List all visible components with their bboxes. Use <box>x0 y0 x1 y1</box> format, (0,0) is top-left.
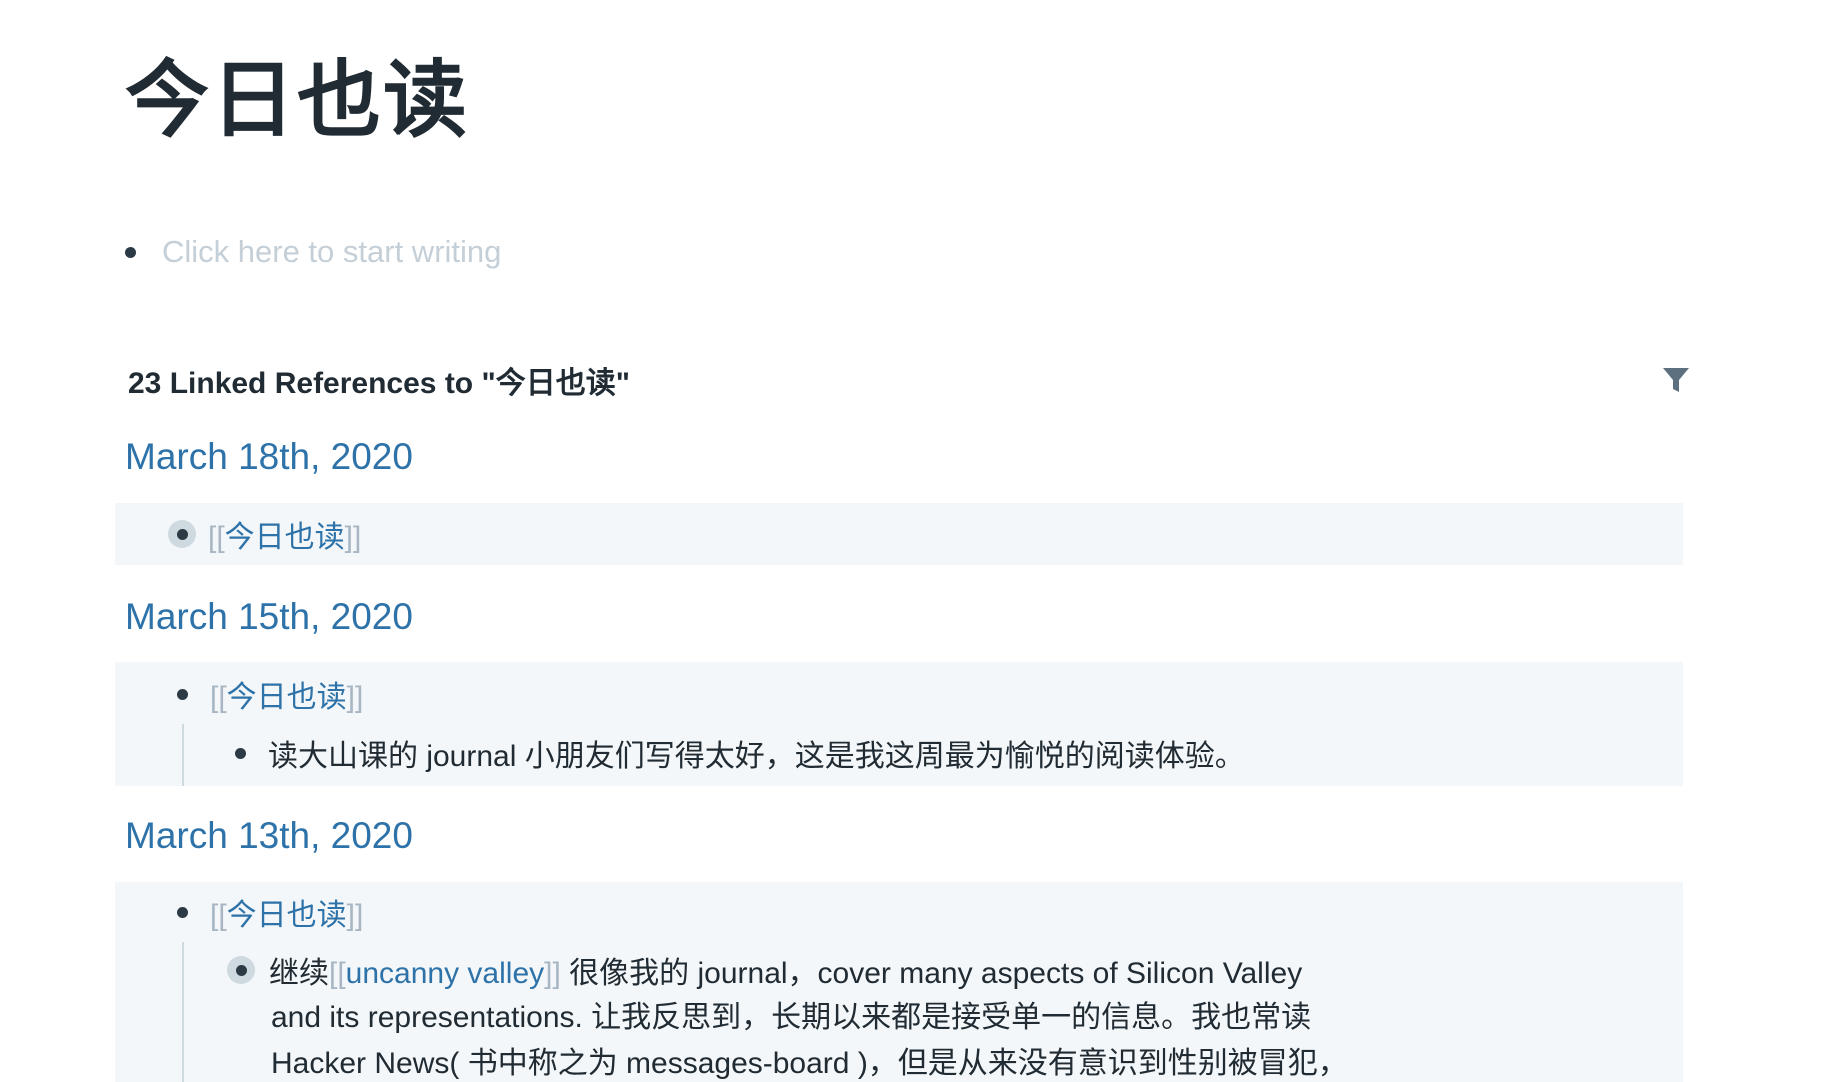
child-thread-line <box>182 942 184 1082</box>
bullet-icon[interactable] <box>235 747 246 759</box>
block-text-line[interactable]: and its representations. 让我反思到，长期以来都是接受单… <box>271 995 1311 1041</box>
reference-block-group: [[今日也读]] <box>115 503 1683 565</box>
reference-block[interactable]: [[今日也读]] <box>168 517 361 554</box>
block-text[interactable]: 继续[[uncanny valley]] 很像我的 journal，cover … <box>269 948 1302 992</box>
reference-block[interactable]: [[今日也读]] <box>177 674 363 714</box>
child-block[interactable]: 读大山课的 journal 小朋友们写得太好，这是我这周最为愉悦的阅读体验。 <box>235 733 1245 773</box>
reference-block-group: [[今日也读]] 读大山课的 journal 小朋友们写得太好，这是我这周最为愉… <box>115 662 1683 786</box>
bullet-icon[interactable] <box>125 246 136 258</box>
child-block[interactable]: 继续[[uncanny valley]] 很像我的 journal，cover … <box>227 950 1302 990</box>
page-reference[interactable]: [[今日也读]] <box>210 672 363 716</box>
linked-references-header: 23 Linked References to "今日也读" <box>128 367 630 400</box>
filter-icon[interactable] <box>1660 364 1692 396</box>
new-block[interactable]: Click here to start writing <box>125 228 501 276</box>
collapsed-bullet-icon[interactable] <box>227 956 255 984</box>
page-reference[interactable]: [[今日也读]] <box>210 890 363 934</box>
child-thread-line <box>182 724 184 786</box>
block-placeholder[interactable]: Click here to start writing <box>162 234 501 270</box>
block-text-line[interactable]: Hacker News( 书中称之为 messages-board )，但是从来… <box>271 1041 1348 1082</box>
bullet-icon[interactable] <box>177 688 188 700</box>
page-reference-uncanny-valley[interactable]: uncanny valley <box>346 957 544 990</box>
reference-block[interactable]: [[今日也读]] <box>177 892 363 932</box>
bullet-icon[interactable] <box>177 906 188 918</box>
page: 今日也读 Click here to start writing 23 Link… <box>0 0 1838 1082</box>
block-text[interactable]: 读大山课的 journal 小朋友们写得太好，这是我这周最为愉悦的阅读体验。 <box>268 731 1245 775</box>
reference-date-link[interactable]: March 15th, 2020 <box>125 596 413 638</box>
page-title[interactable]: 今日也读 <box>125 40 469 160</box>
reference-block-group: [[今日也读]] 继续[[uncanny valley]] 很像我的 journ… <box>115 882 1683 1082</box>
reference-date-link[interactable]: March 13th, 2020 <box>125 815 413 857</box>
collapsed-bullet-icon[interactable] <box>168 520 196 548</box>
page-reference[interactable]: [[今日也读]] <box>208 512 361 556</box>
reference-date-link[interactable]: March 18th, 2020 <box>125 436 413 478</box>
